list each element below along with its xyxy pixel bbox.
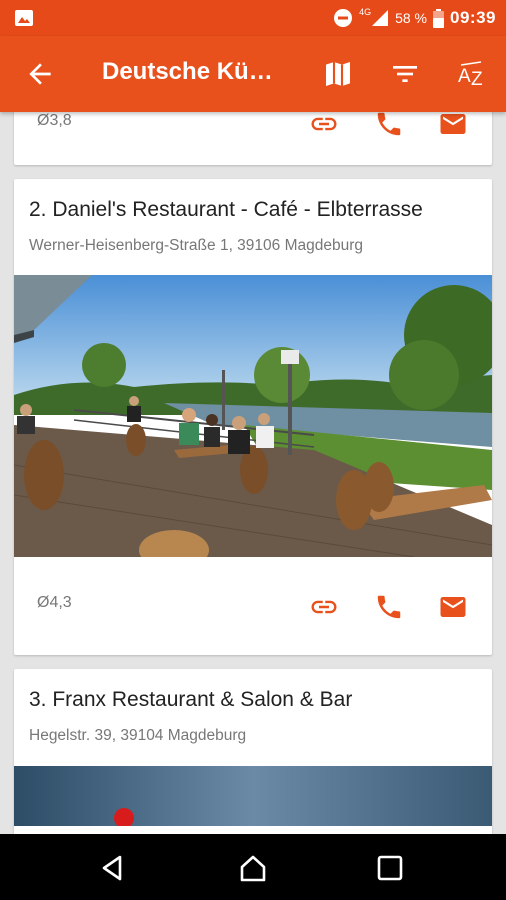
link-icon[interactable]	[309, 592, 339, 622]
rating-text: Ø3,8	[37, 112, 72, 129]
do-not-disturb-icon	[334, 9, 353, 27]
gallery-notification-icon	[15, 10, 33, 26]
filter-icon[interactable]	[389, 58, 421, 90]
rating-text: Ø4,3	[37, 594, 72, 611]
app-bar: Deutsche Kü… A Z	[0, 36, 506, 112]
clock: 09:39	[450, 8, 496, 27]
restaurant-photo[interactable]	[14, 766, 492, 826]
back-arrow-icon[interactable]	[24, 58, 56, 90]
restaurant-photo[interactable]	[14, 275, 492, 557]
battery-icon	[433, 8, 445, 28]
signal-icon	[372, 10, 389, 26]
navigation-bar	[0, 834, 506, 900]
link-icon[interactable]	[309, 112, 339, 139]
restaurant-card[interactable]: 2. Daniel's Restaurant - Café - Elbterra…	[14, 179, 492, 655]
back-nav-icon[interactable]	[98, 853, 128, 883]
svg-text:A: A	[458, 66, 471, 87]
status-bar: 4G 58 % 09:39	[0, 0, 506, 36]
svg-text:Z: Z	[471, 69, 483, 90]
sort-az-icon[interactable]: A Z	[455, 58, 487, 90]
network-type: 4G	[359, 7, 372, 17]
restaurant-title: 3. Franx Restaurant & Salon & Bar	[29, 688, 353, 711]
page-title: Deutsche Kü…	[102, 58, 273, 85]
email-icon[interactable]	[438, 112, 468, 139]
restaurant-address: Werner-Heisenberg-Straße 1, 39106 Magdeb…	[29, 237, 364, 254]
phone-icon[interactable]	[374, 592, 404, 622]
restaurant-card[interactable]: 3. Franx Restaurant & Salon & Bar Hegels…	[14, 669, 492, 834]
recents-nav-icon[interactable]	[375, 853, 405, 883]
battery-percent: 58 %	[395, 10, 428, 26]
phone-icon[interactable]	[374, 112, 404, 139]
restaurant-address: Hegelstr. 39, 39104 Magdeburg	[29, 727, 247, 744]
map-icon[interactable]	[322, 58, 354, 90]
restaurant-card[interactable]: Ø3,8	[14, 112, 492, 165]
home-nav-icon[interactable]	[238, 853, 268, 883]
restaurant-list[interactable]: Ø3,8 2. Daniel's Restaurant - Café - Elb…	[0, 112, 506, 834]
email-icon[interactable]	[438, 592, 468, 622]
restaurant-title: 2. Daniel's Restaurant - Café - Elbterra…	[29, 198, 423, 221]
